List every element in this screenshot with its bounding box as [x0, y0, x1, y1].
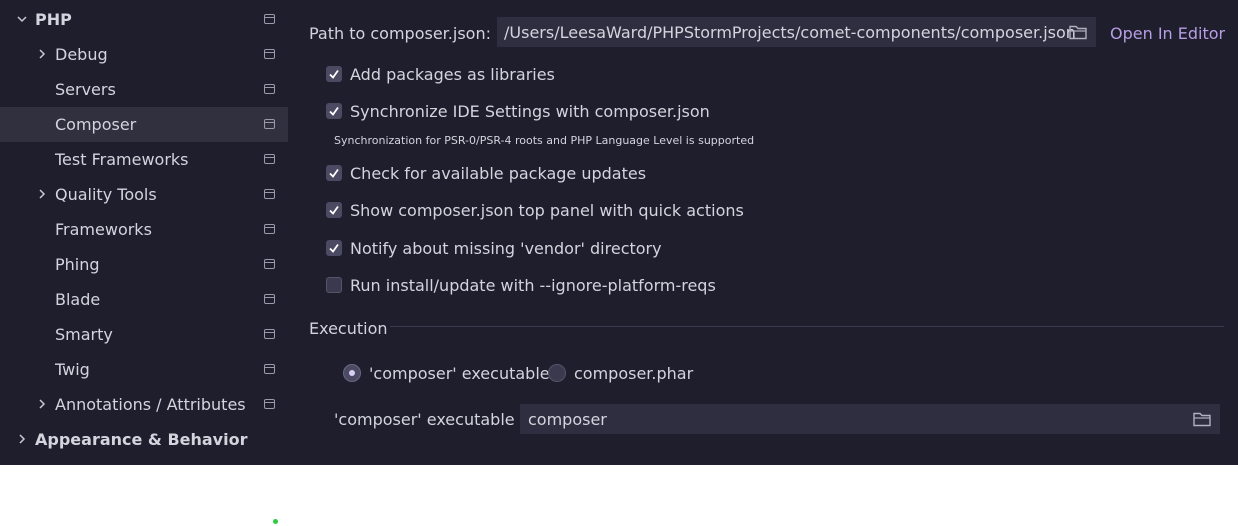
checkmark-icon — [329, 106, 339, 116]
tree-item-quality-tools[interactable]: Quality Tools — [0, 177, 288, 212]
tree-item-label: Quality Tools — [55, 185, 157, 204]
browse-folder-icon[interactable] — [1068, 23, 1088, 41]
project-settings-icon — [264, 224, 275, 234]
tree-item-label: PHP — [35, 10, 72, 29]
executable-value: composer — [528, 409, 607, 429]
path-label: Path to composer.json: — [309, 24, 491, 43]
checkbox[interactable] — [326, 277, 342, 293]
tree-item-label: Frameworks — [55, 220, 152, 239]
tree-item-label: Servers — [55, 80, 116, 99]
tree-item-phing[interactable]: Phing — [0, 247, 288, 282]
option-add-packages-as-libraries[interactable]: Add packages as libraries — [326, 63, 555, 85]
checkbox[interactable] — [326, 202, 342, 218]
project-settings-icon — [264, 189, 275, 199]
checkmark-icon — [329, 168, 339, 178]
tree-item-annotations-attributes[interactable]: Annotations / Attributes — [0, 387, 288, 422]
tree-item-debug[interactable]: Debug — [0, 37, 288, 72]
radio-composer-executable[interactable] — [343, 364, 361, 382]
path-value: /Users/LeesaWard/PHPStormProjects/comet-… — [504, 22, 1076, 42]
composer-json-path-field[interactable]: /Users/LeesaWard/PHPStormProjects/comet-… — [497, 17, 1096, 47]
checkmark-icon — [329, 243, 339, 253]
project-settings-icon — [264, 84, 275, 94]
tree-item-appearance-behavior[interactable]: Appearance & Behavior — [0, 422, 288, 457]
checkmark-icon — [329, 205, 339, 215]
checkbox[interactable] — [326, 165, 342, 181]
tree-item-test-frameworks[interactable]: Test Frameworks — [0, 142, 288, 177]
tree-item-label: Debug — [55, 45, 108, 64]
tree-item-label: Twig — [55, 360, 90, 379]
option-synchronize-ide-settings[interactable]: Synchronize IDE Settings with composer.j… — [326, 100, 710, 122]
chevron-right-icon[interactable] — [34, 186, 50, 202]
tree-item-label: Blade — [55, 290, 101, 309]
composer-executable-field[interactable]: composer — [520, 404, 1220, 434]
checkbox[interactable] — [326, 240, 342, 256]
chevron-right-icon[interactable] — [34, 46, 50, 62]
project-settings-icon — [264, 259, 275, 269]
tree-item-label: Annotations / Attributes — [55, 395, 246, 414]
project-settings-icon — [264, 14, 275, 24]
project-settings-icon — [264, 294, 275, 304]
tree-item-label: Phing — [55, 255, 100, 274]
browse-folder-icon[interactable] — [1192, 410, 1212, 428]
sync-note: Synchronization for PSR-0/PSR-4 roots an… — [334, 134, 755, 147]
checkbox-label: Run install/update with --ignore-platfor… — [350, 275, 716, 295]
project-settings-icon — [264, 399, 275, 409]
checkmark-icon — [329, 69, 339, 79]
composer-settings-panel: Path to composer.json: /Users/LeesaWard/… — [288, 0, 1238, 465]
project-settings-icon — [264, 329, 275, 339]
chevron-down-icon[interactable] — [14, 11, 30, 27]
status-indicator-dot — [273, 519, 278, 524]
option-show-top-panel[interactable]: Show composer.json top panel with quick … — [326, 199, 744, 221]
tree-item-servers[interactable]: Servers — [0, 72, 288, 107]
tree-item-twig[interactable]: Twig — [0, 352, 288, 387]
settings-dialog: PHP Debug Servers Composer Test Framewor… — [0, 0, 1238, 465]
tree-item-blade[interactable]: Blade — [0, 282, 288, 317]
tree-item-php[interactable]: PHP — [0, 2, 288, 37]
radio-composer-executable-label[interactable]: 'composer' executable — [369, 364, 550, 383]
tree-item-smarty[interactable]: Smarty — [0, 317, 288, 352]
execution-section-title: Execution — [309, 319, 388, 338]
open-in-editor-link[interactable]: Open In Editor — [1110, 24, 1225, 43]
tree-item-label: Appearance & Behavior — [35, 430, 248, 449]
project-settings-icon — [264, 49, 275, 59]
radio-composer-phar[interactable] — [548, 364, 566, 382]
project-settings-icon — [264, 154, 275, 164]
tree-item-label: Smarty — [55, 325, 113, 344]
checkbox-label: Add packages as libraries — [350, 64, 555, 84]
radio-composer-phar-label[interactable]: composer.phar — [574, 364, 693, 383]
option-notify-missing-vendor[interactable]: Notify about missing 'vendor' directory — [326, 237, 662, 259]
checkbox-label: Synchronize IDE Settings with composer.j… — [350, 101, 710, 121]
checkbox-label: Notify about missing 'vendor' directory — [350, 238, 662, 258]
tree-item-label: Composer — [55, 115, 137, 134]
settings-tree: PHP Debug Servers Composer Test Framewor… — [0, 0, 288, 465]
chevron-right-icon[interactable] — [34, 396, 50, 412]
project-settings-icon — [264, 364, 275, 374]
tree-item-frameworks[interactable]: Frameworks — [0, 212, 288, 247]
chevron-right-icon[interactable] — [14, 431, 30, 447]
checkbox[interactable] — [326, 66, 342, 82]
checkbox-label: Check for available package updates — [350, 163, 647, 183]
executable-field-label: 'composer' executable — [334, 410, 515, 429]
option-ignore-platform-reqs[interactable]: Run install/update with --ignore-platfor… — [326, 274, 716, 296]
section-divider — [390, 326, 1224, 327]
option-check-package-updates[interactable]: Check for available package updates — [326, 162, 646, 184]
project-settings-icon — [264, 119, 275, 129]
tree-item-composer[interactable]: Composer — [0, 107, 288, 142]
checkbox[interactable] — [326, 103, 342, 119]
tree-item-label: Test Frameworks — [55, 150, 189, 169]
checkbox-label: Show composer.json top panel with quick … — [350, 200, 744, 220]
